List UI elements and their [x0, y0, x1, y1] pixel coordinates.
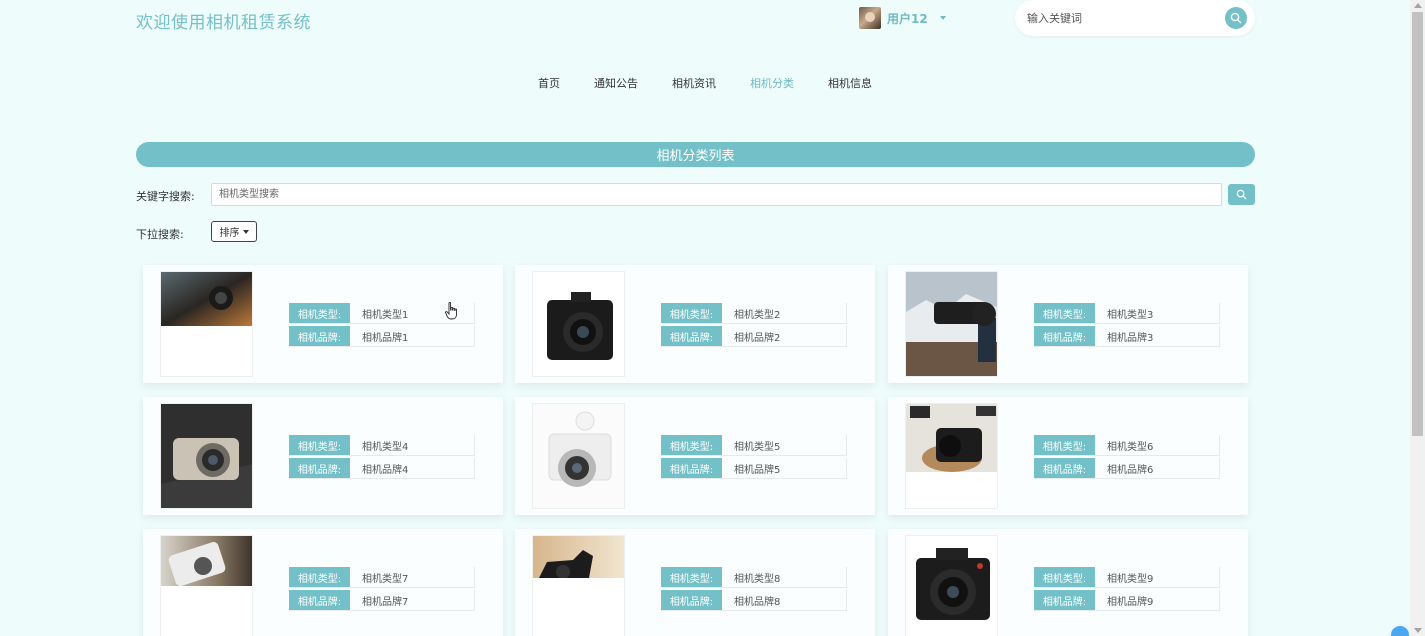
brand-label: 相机品牌:	[1034, 458, 1095, 478]
brand-value: 相机品牌8	[722, 590, 847, 610]
camera-image	[905, 535, 998, 636]
type-value: 相机类型2	[722, 303, 847, 323]
camera-image	[905, 403, 998, 509]
type-label: 相机类型:	[661, 303, 722, 323]
category-card[interactable]: 相机类型: 相机类型4 相机品牌: 相机品牌4	[143, 397, 503, 515]
search-icon	[1230, 12, 1242, 24]
brand-value: 相机品牌3	[1095, 326, 1220, 346]
camera-image	[532, 403, 625, 509]
camera-image	[160, 403, 253, 509]
type-value: 相机类型9	[1095, 567, 1220, 587]
brand-label: 相机品牌:	[1034, 590, 1095, 610]
brand-label: 相机品牌:	[289, 326, 350, 346]
brand-value: 相机品牌7	[350, 590, 475, 610]
keyword-search-label: 关键字搜索:	[136, 190, 195, 203]
list-title: 相机分类列表	[136, 142, 1255, 167]
keyword-search-input[interactable]	[211, 183, 1222, 206]
type-value: 相机类型8	[722, 567, 847, 587]
avatar	[859, 7, 881, 29]
nav-item-notices[interactable]: 通知公告	[594, 75, 638, 91]
user-menu[interactable]: 用户12	[859, 7, 946, 29]
assistant-float-icon[interactable]	[1389, 624, 1411, 636]
type-label: 相机类型:	[1034, 567, 1095, 587]
site-title: 欢迎使用相机租赁系统	[136, 13, 311, 33]
hand-cursor-icon	[445, 302, 458, 320]
camera-image	[160, 271, 253, 377]
brand-label: 相机品牌:	[661, 590, 722, 610]
keyword-search-button[interactable]	[1228, 184, 1255, 205]
type-label: 相机类型:	[661, 567, 722, 587]
chevron-down-icon	[939, 16, 946, 20]
search-icon	[1236, 189, 1247, 200]
category-card[interactable]: 相机类型: 相机类型7 相机品牌: 相机品牌7	[143, 529, 503, 636]
brand-value: 相机品牌9	[1095, 590, 1220, 610]
top-search-button[interactable]	[1225, 7, 1247, 29]
main-nav: 首页 通知公告 相机资讯 相机分类 相机信息	[0, 75, 1410, 91]
nav-item-camera-news[interactable]: 相机资讯	[672, 75, 716, 91]
type-label: 相机类型:	[289, 567, 350, 587]
vertical-scrollbar[interactable]	[1410, 0, 1425, 636]
scroll-up-icon[interactable]	[1414, 3, 1422, 8]
scroll-down-icon[interactable]	[1414, 628, 1422, 633]
type-value: 相机类型3	[1095, 303, 1220, 323]
camera-image	[160, 535, 253, 636]
camera-image	[905, 271, 998, 377]
type-label: 相机类型:	[289, 435, 350, 455]
brand-value: 相机品牌6	[1095, 458, 1220, 478]
brand-value: 相机品牌5	[722, 458, 847, 478]
dropdown-search-label: 下拉搜索:	[136, 228, 184, 241]
category-card[interactable]: 相机类型: 相机类型8 相机品牌: 相机品牌8	[515, 529, 875, 636]
user-name: 用户12	[887, 11, 928, 26]
brand-label: 相机品牌:	[289, 590, 350, 610]
category-card[interactable]: 相机类型: 相机类型2 相机品牌: 相机品牌2	[515, 265, 875, 383]
camera-image	[532, 535, 625, 636]
category-card[interactable]: 相机类型: 相机类型3 相机品牌: 相机品牌3	[888, 265, 1248, 383]
brand-label: 相机品牌:	[661, 326, 722, 346]
brand-value: 相机品牌2	[722, 326, 847, 346]
brand-label: 相机品牌:	[289, 458, 350, 478]
nav-item-home[interactable]: 首页	[538, 75, 560, 91]
caret-down-icon	[242, 229, 249, 234]
category-card[interactable]: 相机类型: 相机类型9 相机品牌: 相机品牌9	[888, 529, 1248, 636]
brand-label: 相机品牌:	[1034, 326, 1095, 346]
type-label: 相机类型:	[1034, 435, 1095, 455]
type-value: 相机类型6	[1095, 435, 1220, 455]
category-card[interactable]: 相机类型: 相机类型6 相机品牌: 相机品牌6	[888, 397, 1248, 515]
type-value: 相机类型5	[722, 435, 847, 455]
sort-dropdown-button[interactable]: 排序	[211, 221, 257, 242]
type-value: 相机类型4	[350, 435, 475, 455]
scrollbar-thumb[interactable]	[1412, 12, 1423, 436]
type-label: 相机类型:	[661, 435, 722, 455]
top-search-box	[1015, 0, 1255, 36]
nav-item-camera-info[interactable]: 相机信息	[828, 75, 872, 91]
top-search-input[interactable]	[1027, 9, 1217, 27]
brand-value: 相机品牌1	[350, 326, 475, 346]
camera-image	[532, 271, 625, 377]
category-card[interactable]: 相机类型: 相机类型1 相机品牌: 相机品牌1	[143, 265, 503, 383]
brand-value: 相机品牌4	[350, 458, 475, 478]
type-label: 相机类型:	[289, 303, 350, 323]
sort-label: 排序	[219, 228, 240, 239]
brand-label: 相机品牌:	[661, 458, 722, 478]
category-card[interactable]: 相机类型: 相机类型5 相机品牌: 相机品牌5	[515, 397, 875, 515]
type-label: 相机类型:	[1034, 303, 1095, 323]
type-value: 相机类型7	[350, 567, 475, 587]
nav-item-camera-category[interactable]: 相机分类	[750, 75, 794, 91]
